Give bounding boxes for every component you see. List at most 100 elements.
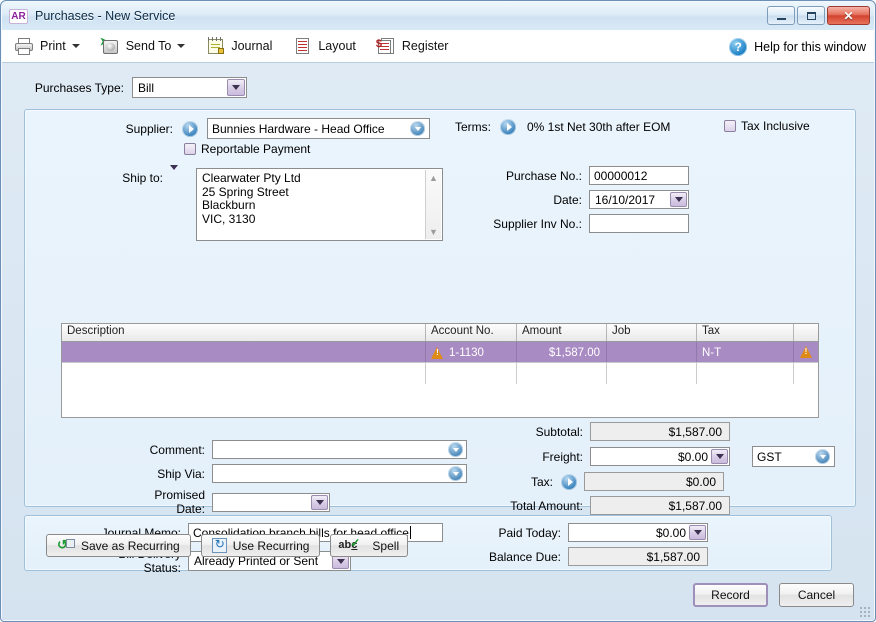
column-header-tax[interactable]: Tax xyxy=(697,324,794,341)
reportable-payment-label: Reportable Payment xyxy=(201,142,311,156)
purchase-no-input[interactable]: 00000012 xyxy=(589,166,689,185)
terms-row: Terms: 0% 1st Net 30th after EOM xyxy=(455,119,670,135)
column-header-amount[interactable]: Amount xyxy=(517,324,607,341)
comment-label: Comment: xyxy=(149,442,205,457)
printer-icon xyxy=(14,37,34,55)
cell-tax[interactable]: N-T xyxy=(697,342,794,362)
cell-tax[interactable] xyxy=(697,363,794,384)
cell-job[interactable] xyxy=(607,342,697,362)
toolbar: Print ➤ Send To Journal Layout $ xyxy=(2,30,874,63)
scroll-up-icon[interactable]: ▲ xyxy=(426,170,441,185)
use-recurring-button[interactable]: Use Recurring xyxy=(200,534,321,557)
terms-drill-arrow-icon[interactable] xyxy=(500,119,516,135)
comment-input[interactable] xyxy=(212,440,467,459)
close-button[interactable]: ✕ xyxy=(827,6,870,25)
save-recurring-icon: ↺ xyxy=(57,538,75,553)
chevron-down-icon[interactable] xyxy=(711,449,728,464)
table-row[interactable]: 1-1130 $1,587.00 N-T xyxy=(62,342,818,363)
purchases-type-select[interactable]: Bill xyxy=(132,77,247,98)
purchases-window: AR Purchases - New Service ✕ Print ➤ xyxy=(0,0,876,622)
purchases-type-label: Purchases Type: xyxy=(34,80,124,95)
ship-to-row: Ship to: Clearwater Pty Ltd 25 Spring St… xyxy=(111,165,443,241)
calendar-dropdown-icon[interactable] xyxy=(670,192,687,207)
tax-inclusive-row[interactable]: Tax Inclusive xyxy=(724,119,810,133)
column-header-job[interactable]: Job xyxy=(607,324,697,341)
tax-code-input[interactable]: GST xyxy=(752,446,835,467)
balance-due-value: $1,587.00 xyxy=(568,547,708,566)
supplier-dropdown-icon[interactable] xyxy=(410,121,425,136)
layout-button[interactable]: Layout xyxy=(284,33,364,59)
minimize-button[interactable] xyxy=(767,6,795,25)
freight-input[interactable]: $0.00 xyxy=(590,447,730,466)
supplier-value: Bunnies Hardware - Head Office xyxy=(212,121,385,136)
reportable-payment-row[interactable]: Reportable Payment xyxy=(184,142,310,156)
tax-inclusive-checkbox[interactable] xyxy=(724,120,736,132)
promised-date-label: Promised Date: xyxy=(154,488,205,516)
tax-drill-arrow-icon[interactable] xyxy=(561,473,577,490)
use-recurring-icon xyxy=(211,537,227,553)
tax-code-dropdown-icon[interactable] xyxy=(815,449,830,464)
cell-amount[interactable] xyxy=(517,363,607,384)
chevron-down-icon xyxy=(71,44,80,48)
supplier-input[interactable]: Bunnies Hardware - Head Office xyxy=(207,118,430,139)
journal-icon xyxy=(205,37,225,55)
ship-to-label: Ship to: xyxy=(122,171,163,185)
spell-button[interactable]: abc ✓ Spell xyxy=(330,534,409,557)
supplier-drill-arrow-icon[interactable] xyxy=(182,120,198,137)
spell-check-icon: abc ✓ xyxy=(338,535,361,551)
column-header-description[interactable]: Description xyxy=(62,324,426,341)
purchase-no-label: Purchase No.: xyxy=(505,168,582,183)
cell-account-no[interactable]: 1-1130 xyxy=(426,342,517,362)
form-content: Purchases Type: Bill Supplier: Bunnies H… xyxy=(2,63,874,620)
comment-group: Comment: Ship Via: Promised Date: xyxy=(125,440,467,516)
resize-grip[interactable] xyxy=(859,606,871,618)
ship-via-dropdown-icon[interactable] xyxy=(448,466,463,481)
footer-actions: Record Cancel xyxy=(693,583,854,607)
tax-value: $0.00 xyxy=(584,472,724,491)
paid-today-label: Paid Today: xyxy=(498,525,562,540)
maximize-button[interactable] xyxy=(797,6,825,25)
register-icon: $ xyxy=(376,37,396,55)
table-row[interactable] xyxy=(62,363,818,384)
chevron-down-icon[interactable] xyxy=(227,79,245,96)
chevron-down-icon[interactable] xyxy=(689,525,706,540)
calendar-dropdown-icon[interactable] xyxy=(311,494,328,510)
window-controls: ✕ xyxy=(767,6,870,25)
promised-date-input[interactable] xyxy=(212,492,330,512)
cell-description[interactable] xyxy=(62,342,426,362)
use-recurring-label: Use Recurring xyxy=(232,538,310,553)
cell-account-no[interactable] xyxy=(426,363,517,384)
cancel-button[interactable]: Cancel xyxy=(779,583,854,607)
cell-description[interactable] xyxy=(62,363,426,384)
window-title: Purchases - New Service xyxy=(35,9,176,23)
paid-today-input[interactable]: $0.00 xyxy=(568,523,708,542)
comment-dropdown-icon[interactable] xyxy=(448,442,463,457)
date-input[interactable]: 16/10/2017 xyxy=(589,190,689,209)
save-as-recurring-button[interactable]: ↺ Save as Recurring xyxy=(46,534,191,557)
help-button[interactable]: ? Help for this window xyxy=(729,34,866,59)
grid-header-row: Description Account No. Amount Job Tax xyxy=(62,324,818,342)
cell-row-flag[interactable] xyxy=(794,342,818,362)
reportable-payment-checkbox[interactable] xyxy=(184,143,196,155)
subtotal-value: $1,587.00 xyxy=(590,422,730,441)
record-button[interactable]: Record xyxy=(693,583,768,607)
register-button[interactable]: $ Register xyxy=(368,33,457,59)
ship-via-input[interactable] xyxy=(212,464,467,483)
scroll-down-icon[interactable]: ▼ xyxy=(426,224,441,239)
cell-job[interactable] xyxy=(607,363,697,384)
cell-amount[interactable]: $1,587.00 xyxy=(517,342,607,362)
ship-to-dropdown-icon[interactable] xyxy=(170,165,189,188)
paid-today-value: $0.00 xyxy=(655,525,686,540)
journal-button[interactable]: Journal xyxy=(197,33,280,59)
ship-to-textarea[interactable]: Clearwater Pty Ltd 25 Spring Street Blac… xyxy=(196,168,443,241)
line-items-grid: Description Account No. Amount Job Tax 1… xyxy=(61,323,819,418)
print-button[interactable]: Print xyxy=(6,33,88,59)
ship-to-scrollbar[interactable]: ▲ ▼ xyxy=(425,170,441,239)
warning-icon xyxy=(799,346,813,358)
print-label: Print xyxy=(40,39,66,53)
column-header-account-no[interactable]: Account No. xyxy=(426,324,517,341)
journal-label: Journal xyxy=(231,39,273,53)
supplier-inv-input[interactable] xyxy=(589,214,689,233)
send-to-button[interactable]: ➤ Send To xyxy=(92,33,194,59)
date-row: Date: 16/10/2017 xyxy=(487,190,689,209)
